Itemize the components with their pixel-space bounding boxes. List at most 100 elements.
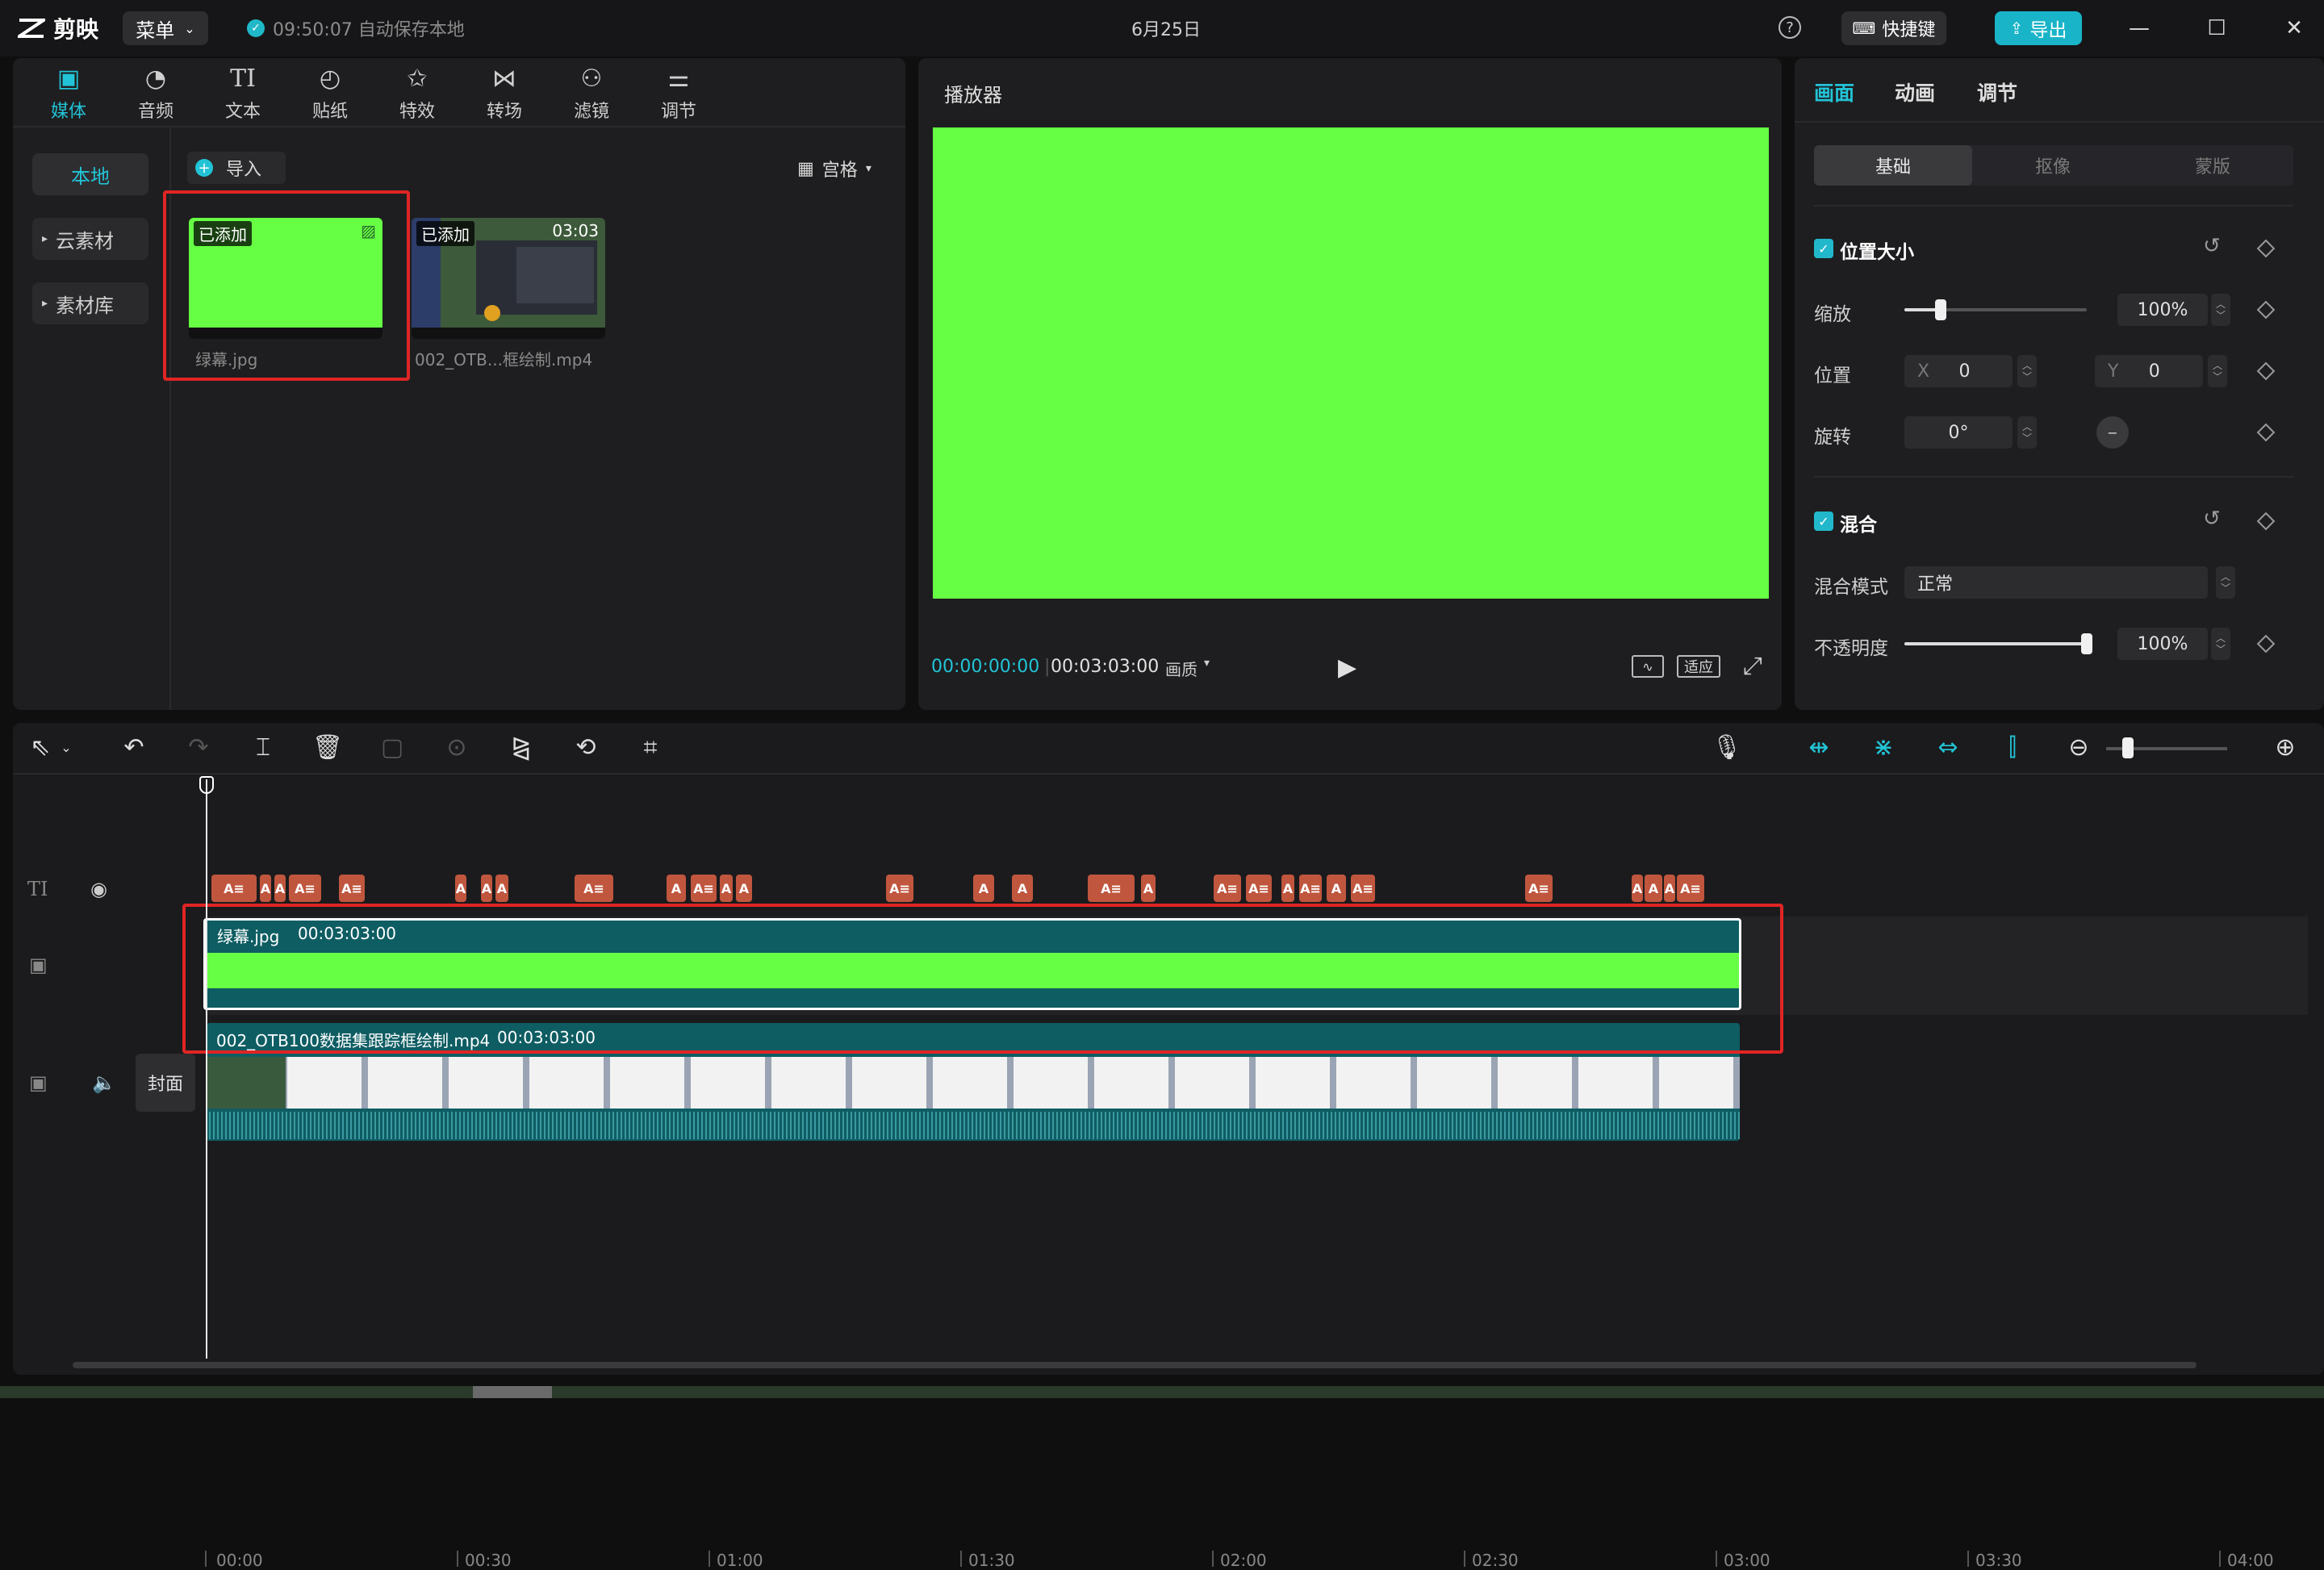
position-x-field[interactable]: X0 (1904, 355, 2013, 387)
segment-basic[interactable]: 基础 (1814, 145, 1972, 186)
quality-dropdown[interactable]: 画质 ▾ (1165, 657, 1210, 680)
main-track-magnet-icon[interactable]: ⇹ (1798, 726, 1840, 768)
taskbar-item[interactable] (473, 1386, 552, 1398)
speaker-icon[interactable]: 🔈 (92, 1071, 116, 1094)
maximize-icon[interactable]: ☐ (2200, 11, 2234, 45)
sidebar-item-library[interactable]: ▸ 素材库 (32, 282, 148, 324)
blend-mode-arrows[interactable]: ︿ ﹀ (2216, 566, 2235, 599)
zoom-slider-knob[interactable] (2122, 737, 2134, 758)
scale-stepper[interactable]: ︿ ﹀ (2211, 294, 2230, 326)
opacity-slider[interactable] (1904, 633, 2092, 654)
opacity-value[interactable]: 100% (2117, 628, 2208, 660)
text-clip[interactable]: A≡ (1214, 875, 1241, 902)
text-clip[interactable]: A≡ (339, 875, 365, 902)
tab-effects[interactable]: ✩ 特效 (381, 65, 454, 124)
chevron-down-icon[interactable]: ⌄ (56, 726, 76, 768)
reset-icon[interactable]: ↺ (2203, 507, 2221, 531)
tab-media[interactable]: ▣ 媒体 (32, 65, 105, 124)
text-clip[interactable]: A (720, 875, 733, 902)
menu-button[interactable]: 菜单 ⌄ (123, 11, 208, 45)
link-icon[interactable]: ⇔ (1927, 726, 1969, 768)
preview-axis-icon[interactable]: ⫿ (1992, 726, 2034, 768)
horizontal-scrollbar[interactable] (73, 1362, 2197, 1368)
fullscreen-icon[interactable]: ⤢ (1743, 652, 1762, 680)
position-y-field[interactable]: Y0 (2095, 355, 2203, 387)
opacity-stepper[interactable]: ︿ ﹀ (2211, 628, 2230, 660)
import-button[interactable]: + 导入 (187, 152, 286, 184)
blend-checkbox[interactable]: ✓ (1814, 512, 1833, 531)
auto-snap-icon[interactable]: ⋇ (1862, 726, 1904, 768)
eye-icon[interactable]: ◉ (90, 878, 107, 900)
reverse-play-icon[interactable]: ⊙ (436, 726, 478, 768)
text-clip[interactable]: A (455, 875, 466, 902)
help-icon[interactable]: ? (1779, 16, 1801, 39)
position-x-stepper[interactable]: ︿ ﹀ (2017, 355, 2037, 387)
sidebar-item-local[interactable]: 本地 (32, 153, 148, 195)
text-clip[interactable]: A≡ (1299, 875, 1322, 902)
export-button[interactable]: ⇪ 导出 (1995, 11, 2082, 45)
blend-mode-select[interactable]: 正常 (1904, 566, 2208, 599)
crop-icon[interactable]: ⌗ (629, 726, 671, 768)
scale-value[interactable]: 100% (2117, 294, 2208, 326)
split-icon[interactable]: ⌶ (242, 726, 284, 768)
tab-text[interactable]: TI 文本 (207, 65, 279, 124)
timeline-ruler[interactable]: 00:00 00:30 01:00 01:30 02:00 02:30 03:0… (205, 775, 2308, 1570)
view-mode-dropdown[interactable]: ▦ 宫格 ▾ (797, 153, 872, 184)
tab-picture[interactable]: 画面 (1814, 77, 1854, 106)
redo-icon[interactable]: ↷ (178, 726, 219, 768)
mirror-icon[interactable]: ⧎ (500, 726, 542, 768)
playhead-handle[interactable] (199, 776, 214, 794)
text-clip[interactable]: A≡ (691, 875, 717, 902)
text-clip[interactable]: A (481, 875, 492, 902)
text-clip[interactable]: A (1327, 875, 1346, 902)
text-clip[interactable]: A (1141, 875, 1156, 902)
tab-sticker[interactable]: ◴ 贴纸 (294, 65, 366, 124)
segment-cutout[interactable]: 抠像 (1974, 145, 2132, 186)
select-tool-icon[interactable]: ⇖ (19, 726, 61, 768)
rotate-dial-icon[interactable]: − (2096, 416, 2129, 449)
rotate-icon[interactable]: ⟲ (565, 726, 607, 768)
text-clip[interactable]: A (667, 875, 686, 902)
freeze-icon[interactable]: ▢ (371, 726, 413, 768)
text-clip[interactable]: A≡ (575, 875, 613, 902)
position-y-stepper[interactable]: ︿ ﹀ (2208, 355, 2227, 387)
tab-adjust[interactable]: ⚌ 调节 (642, 65, 715, 124)
tab-audio[interactable]: ◔ 音频 (119, 65, 192, 124)
text-clip[interactable]: A (260, 875, 271, 902)
scale-slider[interactable] (1904, 299, 2087, 320)
close-icon[interactable]: ✕ (2277, 11, 2311, 45)
play-icon[interactable]: ▶ (1338, 653, 1356, 682)
zoom-out-icon[interactable]: ⊖ (2058, 726, 2100, 768)
text-clip[interactable]: A (274, 875, 286, 902)
tab-adjustment[interactable]: 调节 (1977, 77, 2017, 106)
tab-animation[interactable]: 动画 (1895, 77, 1935, 106)
rotate-value[interactable]: 0° (1904, 416, 2013, 449)
cover-button[interactable]: 封面 (136, 1054, 195, 1112)
text-clip[interactable]: A≡ (1525, 875, 1553, 902)
slider-knob[interactable] (2081, 633, 2092, 654)
sidebar-item-cloud[interactable]: ▸ 云素材 (32, 218, 148, 260)
fit-button[interactable]: 适应 (1677, 655, 1720, 678)
shortcut-button[interactable]: ⌨ 快捷键 (1841, 11, 1946, 45)
text-clip[interactable]: A≡ (1088, 875, 1135, 902)
text-clip[interactable]: A≡ (289, 875, 321, 902)
text-clip[interactable]: A≡ (1677, 875, 1704, 902)
waveform-icon[interactable]: ∿ (1632, 655, 1664, 678)
text-clip[interactable]: A (1012, 875, 1033, 902)
tab-filter[interactable]: ⚇ 滤镜 (555, 65, 628, 124)
text-clip[interactable]: A (1632, 875, 1643, 902)
delete-icon[interactable]: 🗑 (307, 726, 349, 768)
text-clip[interactable]: A≡ (1351, 875, 1375, 902)
zoom-in-icon[interactable]: ⊕ (2264, 726, 2306, 768)
media-item-video[interactable]: 已添加 03:03 (412, 218, 605, 339)
microphone-icon[interactable]: 🎙 (1706, 726, 1748, 768)
video-preview[interactable] (933, 127, 1769, 599)
reset-icon[interactable]: ↺ (2203, 234, 2221, 258)
text-clip[interactable]: A (1645, 875, 1662, 902)
text-clip[interactable]: A (495, 875, 508, 902)
playhead[interactable] (206, 779, 207, 1359)
text-clip[interactable]: A (973, 875, 994, 902)
minimize-icon[interactable]: — (2122, 11, 2156, 45)
segment-mask[interactable]: 蒙版 (2134, 145, 2292, 186)
text-clip[interactable]: A (1664, 875, 1675, 902)
